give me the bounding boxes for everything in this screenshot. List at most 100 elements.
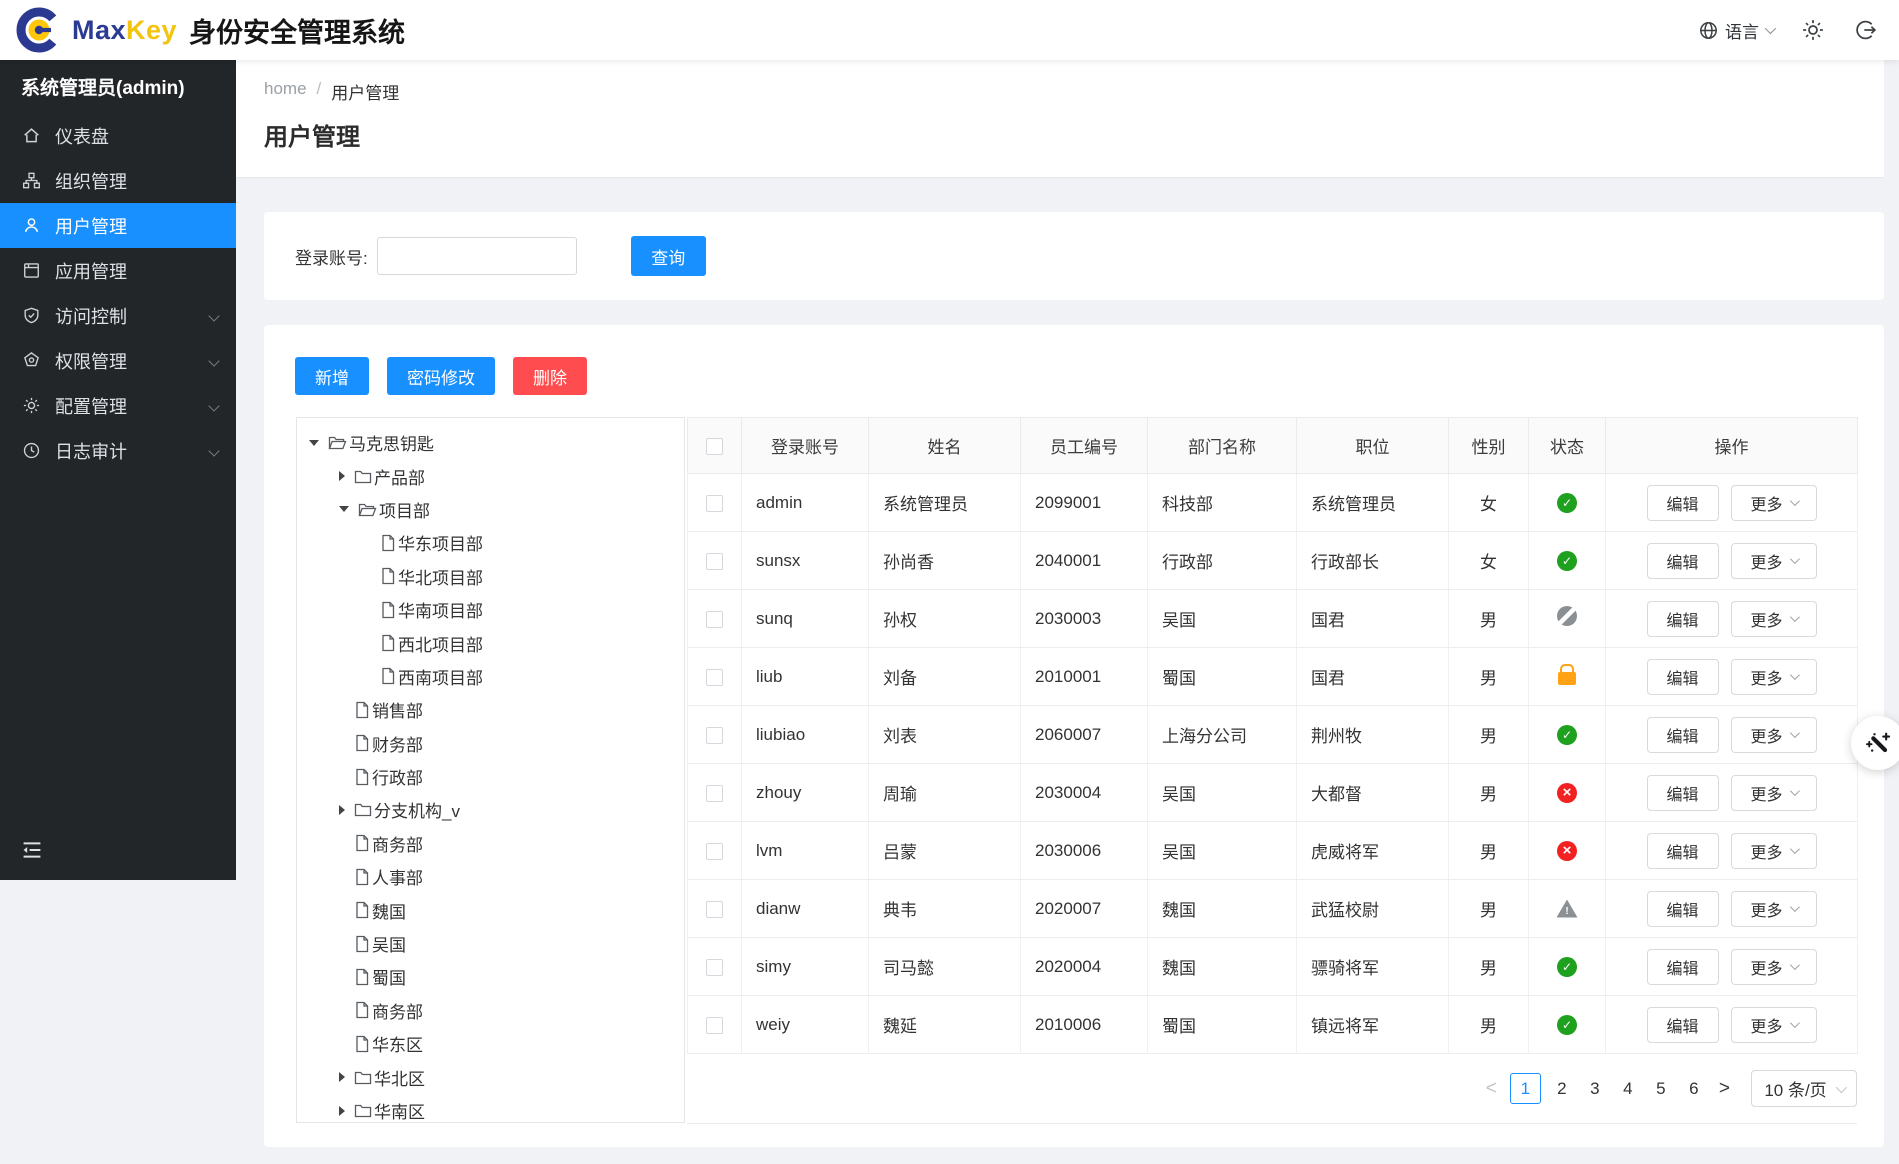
change-password-button[interactable]: 密码修改 (387, 357, 495, 395)
row-checkbox[interactable] (706, 668, 723, 686)
breadcrumb-home-link[interactable]: home (264, 79, 307, 104)
logout-icon[interactable] (1853, 18, 1877, 42)
tree-node[interactable]: 华北区 (297, 1060, 684, 1093)
more-button[interactable]: 更多 (1730, 542, 1817, 579)
breadcrumb-separator: / (316, 79, 322, 98)
tree-node[interactable]: 华东项目部 (297, 526, 684, 559)
table-header-row: 登录账号 姓名 员工编号 部门名称 职位 性别 状态 操作 (687, 417, 1858, 474)
more-button[interactable]: 更多 (1730, 948, 1817, 985)
tree-node[interactable]: 行政部 (297, 760, 684, 793)
more-button[interactable]: 更多 (1730, 484, 1817, 521)
delete-button[interactable]: 删除 (513, 357, 587, 395)
folder-closed-icon (354, 1069, 372, 1086)
sidebar-item-applications[interactable]: 应用管理 (0, 248, 236, 293)
more-button[interactable]: 更多 (1730, 774, 1817, 811)
folder-open-icon (328, 434, 347, 451)
tree-node[interactable]: 商务部 (297, 827, 684, 860)
sidebar-item-configuration[interactable]: 配置管理 (0, 383, 236, 428)
prev-page-button[interactable]: < (1482, 1078, 1501, 1100)
user-management-card: 新增 密码修改 删除 马克思钥匙 产品部 项目部 华东项目部 华北项目部 华南项… (264, 325, 1884, 1147)
row-checkbox[interactable] (706, 610, 723, 628)
more-button[interactable]: 更多 (1730, 716, 1817, 753)
tree-node[interactable]: 吴国 (297, 927, 684, 960)
edit-button[interactable]: 编辑 (1646, 716, 1719, 753)
tree-node[interactable]: 华南区 (297, 1094, 684, 1122)
sidebar-collapse-button[interactable] (20, 839, 44, 866)
edit-button[interactable]: 编辑 (1646, 832, 1719, 869)
folder-closed-icon (354, 468, 372, 485)
sidebar-item-dashboard[interactable]: 仪表盘 (0, 113, 236, 158)
tree-node[interactable]: 财务部 (297, 727, 684, 760)
edit-button[interactable]: 编辑 (1646, 600, 1719, 637)
login-account-label: 登录账号: (295, 248, 368, 268)
more-button[interactable]: 更多 (1730, 1006, 1817, 1043)
sidebar-item-users[interactable]: 用户管理 (0, 203, 236, 248)
cell-account: sunq (741, 589, 869, 648)
tree-node[interactable]: 华北项目部 (297, 560, 684, 593)
settings-gear-icon[interactable] (1801, 18, 1825, 42)
tree-node[interactable]: 销售部 (297, 693, 684, 726)
select-all-checkbox[interactable] (706, 437, 723, 455)
query-button[interactable]: 查询 (630, 236, 706, 276)
row-checkbox[interactable] (706, 552, 723, 570)
page-button-2[interactable]: 2 (1550, 1079, 1574, 1099)
row-checkbox[interactable] (706, 784, 723, 802)
tree-node[interactable]: 马克思钥匙 (297, 426, 684, 459)
edit-button[interactable]: 编辑 (1646, 658, 1719, 695)
tree-node[interactable]: 魏国 (297, 893, 684, 926)
cell-position: 荆州牧 (1296, 705, 1449, 764)
more-button[interactable]: 更多 (1730, 600, 1817, 637)
sidebar-item-audit-log[interactable]: 日志审计 (0, 428, 236, 473)
tree-node[interactable]: 产品部 (297, 459, 684, 492)
cell-account: sunsx (741, 531, 869, 590)
col-header-account: 登录账号 (741, 417, 869, 474)
page-button-4[interactable]: 4 (1616, 1079, 1640, 1099)
tree-node[interactable]: 西北项目部 (297, 626, 684, 659)
brand: MaxKey 身份安全管理系统 (0, 7, 405, 53)
sidebar-item-access-control[interactable]: 访问控制 (0, 293, 236, 338)
breadcrumb-current: 用户管理 (331, 84, 400, 103)
cell-account: weiy (741, 995, 869, 1054)
sidebar-item-organization[interactable]: 组织管理 (0, 158, 236, 203)
tree-node[interactable]: 分支机构_v (297, 793, 684, 826)
page-button-5[interactable]: 5 (1649, 1079, 1673, 1099)
row-checkbox[interactable] (706, 842, 723, 860)
tree-node[interactable]: 华东区 (297, 1027, 684, 1060)
edit-button[interactable]: 编辑 (1646, 484, 1719, 521)
tree-node[interactable]: 蜀国 (297, 960, 684, 993)
more-button[interactable]: 更多 (1730, 658, 1817, 695)
status-active-icon (1557, 551, 1577, 571)
row-checkbox[interactable] (706, 958, 723, 976)
chevron-down-icon (208, 309, 220, 322)
table-row: liubiao 刘表 2060007 上海分公司 荆州牧 男 编辑更多 (687, 705, 1858, 764)
edit-button[interactable]: 编辑 (1646, 890, 1719, 927)
add-button[interactable]: 新增 (295, 357, 369, 395)
row-checkbox[interactable] (706, 726, 723, 744)
page-size-select[interactable]: 10 条/页 (1751, 1070, 1857, 1107)
tree-node[interactable]: 华南项目部 (297, 593, 684, 626)
page-scrollbar-track[interactable] (1884, 60, 1899, 1164)
cell-employee-id: 2060007 (1020, 705, 1148, 764)
page-button-6[interactable]: 6 (1682, 1079, 1706, 1099)
tree-node[interactable]: 项目部 (297, 493, 684, 526)
edit-button[interactable]: 编辑 (1646, 542, 1719, 579)
sidebar-item-permissions[interactable]: 权限管理 (0, 338, 236, 383)
page-button-1[interactable]: 1 (1509, 1073, 1541, 1104)
row-checkbox[interactable] (706, 494, 723, 512)
magic-wand-floating-button[interactable] (1851, 716, 1899, 770)
edit-button[interactable]: 编辑 (1646, 774, 1719, 811)
row-checkbox[interactable] (706, 1016, 723, 1034)
row-checkbox[interactable] (706, 900, 723, 918)
language-dropdown[interactable]: 语言 (1698, 18, 1777, 43)
next-page-button[interactable]: > (1715, 1078, 1734, 1100)
more-button[interactable]: 更多 (1730, 890, 1817, 927)
tree-node[interactable]: 人事部 (297, 860, 684, 893)
page-button-3[interactable]: 3 (1583, 1079, 1607, 1099)
folder-closed-icon (354, 801, 372, 818)
login-account-input[interactable] (376, 237, 577, 275)
tree-node[interactable]: 西南项目部 (297, 660, 684, 693)
edit-button[interactable]: 编辑 (1646, 1006, 1719, 1043)
tree-node[interactable]: 商务部 (297, 994, 684, 1027)
edit-button[interactable]: 编辑 (1646, 948, 1719, 985)
more-button[interactable]: 更多 (1730, 832, 1817, 869)
